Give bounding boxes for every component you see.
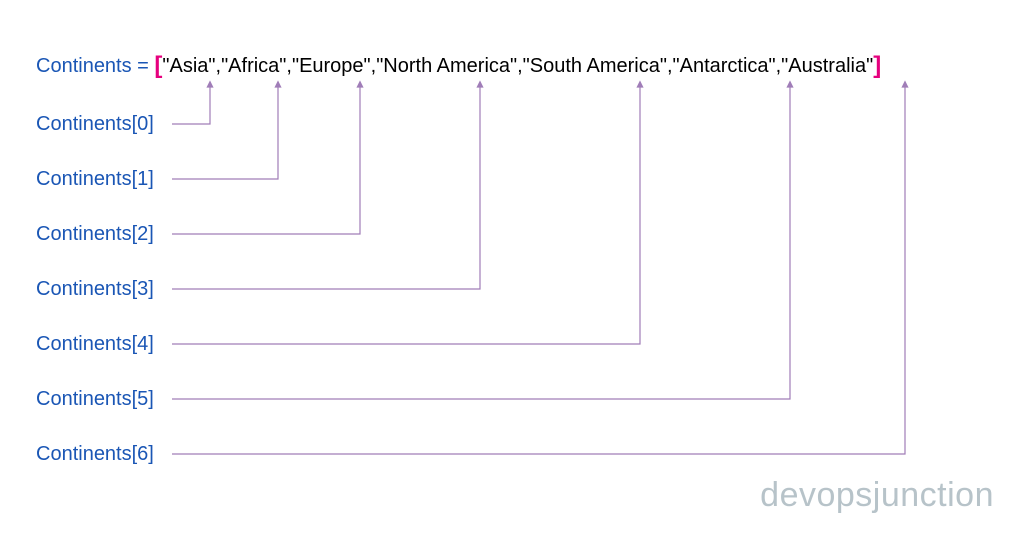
index-label-6: Continents[6] xyxy=(36,443,154,466)
close-bracket: ] xyxy=(873,52,881,79)
variable-name: Continents xyxy=(36,55,132,77)
watermark: devopsjunction xyxy=(760,476,994,515)
equals-sign: = xyxy=(132,55,155,77)
array-content: "Asia","Africa","Europe","North America"… xyxy=(162,55,873,77)
array-declaration: Continents = ["Asia","Africa","Europe","… xyxy=(36,52,881,80)
index-label-3: Continents[3] xyxy=(36,278,154,301)
arrow-6 xyxy=(172,84,905,454)
arrow-2 xyxy=(172,84,360,234)
arrow-3 xyxy=(172,84,480,289)
index-label-4: Continents[4] xyxy=(36,333,154,356)
index-label-1: Continents[1] xyxy=(36,168,154,191)
arrow-0 xyxy=(172,84,210,124)
arrow-5 xyxy=(172,84,790,399)
arrow-1 xyxy=(172,84,278,179)
index-label-2: Continents[2] xyxy=(36,223,154,246)
index-label-0: Continents[0] xyxy=(36,113,154,136)
arrow-4 xyxy=(172,84,640,344)
index-label-5: Continents[5] xyxy=(36,388,154,411)
